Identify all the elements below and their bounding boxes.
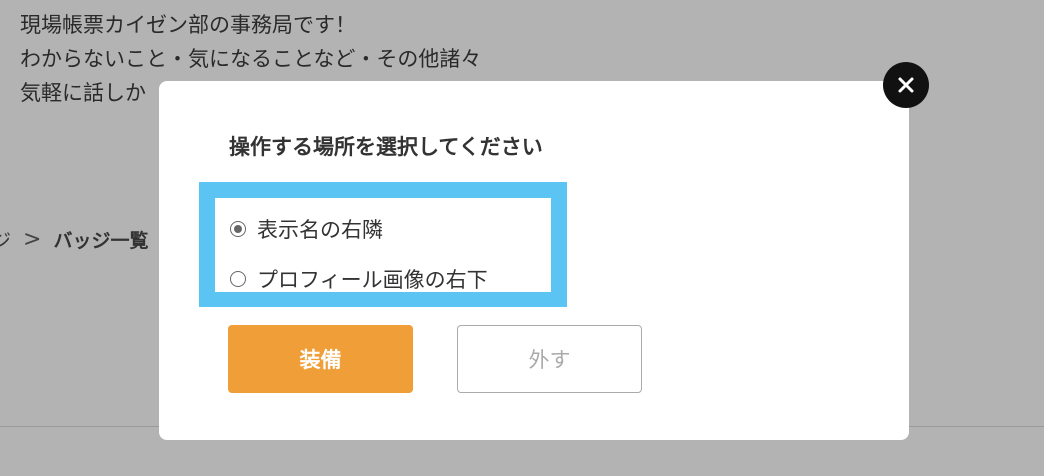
options-highlight: 表示名の右隣 プロフィール画像の右下 <box>199 182 567 307</box>
option-label: 表示名の右隣 <box>257 218 383 242</box>
option-beside-display-name[interactable]: 表示名の右隣 <box>215 204 551 254</box>
radio-group: 表示名の右隣 プロフィール画像の右下 <box>215 198 551 292</box>
select-location-modal: 操作する場所を選択してください 表示名の右隣 プロフィール画像の右下 装備 外す <box>159 81 909 440</box>
intro-line: わからないこと・気になることなど・その他諸々 <box>20 47 482 71</box>
breadcrumb: ジ > バッジ一覧 <box>0 226 148 253</box>
radio-unchecked-icon[interactable] <box>230 271 246 287</box>
equip-button[interactable]: 装備 <box>228 325 413 393</box>
option-profile-image-bottom-right[interactable]: プロフィール画像の右下 <box>215 254 551 304</box>
radio-checked-icon[interactable] <box>230 221 246 237</box>
close-icon <box>898 77 914 93</box>
remove-button[interactable]: 外す <box>457 325 642 393</box>
close-button[interactable] <box>883 62 929 108</box>
intro-line: 現場帳票カイゼン部の事務局です！ <box>20 13 356 37</box>
option-label: プロフィール画像の右下 <box>257 268 488 292</box>
breadcrumb-prev[interactable]: ジ <box>0 226 11 253</box>
modal-title: 操作する場所を選択してください <box>229 135 543 159</box>
breadcrumb-separator-icon: > <box>23 227 42 252</box>
breadcrumb-current: バッジ一覧 <box>53 230 149 252</box>
